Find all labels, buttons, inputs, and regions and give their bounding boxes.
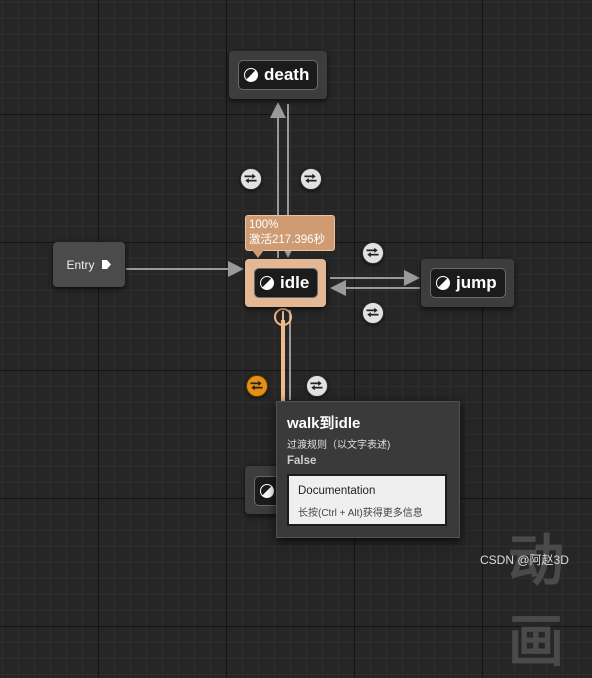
watermark: CSDN @阿赵3D [480, 553, 569, 567]
state-name-jump: jump [456, 273, 497, 292]
documentation-title: Documentation [298, 485, 376, 497]
transition-tooltip: walk到idle 过渡规则（以文字表述) False Documentatio… [276, 401, 460, 538]
state-node-jump[interactable]: jump [421, 259, 514, 307]
entry-node[interactable]: Entry [53, 242, 125, 287]
tooltip-title: walk到idle [287, 415, 361, 432]
state-machine-icon [436, 276, 450, 290]
state-machine-icon [260, 484, 274, 498]
tooltip-subtitle: 过渡规则（以文字表述) [287, 440, 391, 451]
blend-weight: 100% [249, 219, 279, 231]
transition-rule-icon-death-to-idle[interactable] [300, 168, 322, 190]
background-graph-title: 动画 [508, 529, 564, 673]
state-node-idle[interactable]: idle [245, 259, 326, 307]
entry-label: Entry [66, 257, 95, 272]
activation-time: 激活217.396秒 [249, 234, 326, 246]
documentation-box: Documentation 长按(Ctrl + Alt)获得更多信息 [287, 474, 447, 526]
active-state-badge: 100% 激活217.396秒 [245, 215, 335, 251]
tooltip-rule-value: False [287, 455, 317, 467]
entry-output-arrow-icon [101, 260, 111, 269]
state-label-pill-jump: jump [430, 268, 506, 298]
state-name-idle: idle [280, 273, 310, 292]
state-machine-icon [260, 276, 274, 290]
state-name-death: death [264, 65, 310, 84]
transition-rule-icon-idle-to-death[interactable] [240, 168, 262, 190]
transition-rule-icon-idle-to-jump[interactable] [362, 242, 384, 264]
transition-rule-icon-jump-to-idle[interactable] [362, 302, 384, 324]
transition-rule-icon-idle-to-walk[interactable] [306, 375, 328, 397]
transition-rule-icon-walk-to-idle[interactable] [246, 375, 268, 397]
state-node-death[interactable]: death [229, 51, 327, 99]
badge-pointer [252, 250, 264, 258]
state-label-pill-idle: idle [254, 268, 319, 298]
state-label-pill-death: death [238, 60, 319, 90]
state-machine-icon [244, 68, 258, 82]
documentation-hint: 长按(Ctrl + Alt)获得更多信息 [298, 508, 423, 519]
